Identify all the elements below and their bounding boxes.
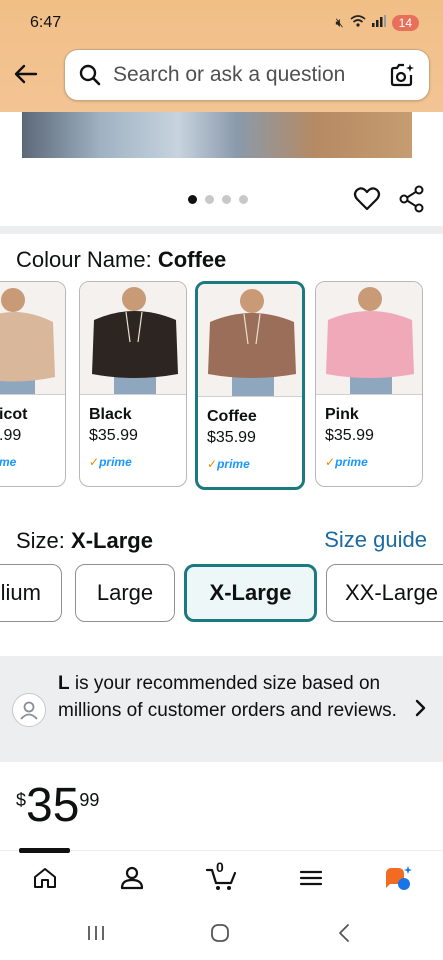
size-option-label: lium: [0, 580, 41, 605]
swatch-price: $35.99: [325, 427, 374, 444]
size-option-label: Large: [96, 580, 154, 605]
swatch-name: Black: [89, 406, 132, 423]
user-avatar-icon: [12, 693, 46, 727]
menu-icon: [299, 870, 323, 886]
colour-swatches: icot .99 me Black $35.99 ✓prime Coffee $…: [0, 281, 443, 491]
size-option-xx-large[interactable]: XX-Large: [326, 564, 443, 622]
swatch-name: Pink: [325, 406, 359, 423]
status-icons: 🔇︎ 14: [335, 14, 419, 31]
size-option-label: XX-Large: [345, 580, 438, 605]
size-selected-value: X-Large: [71, 528, 153, 553]
back-button[interactable]: [8, 56, 44, 92]
swatch-name: Coffee: [207, 408, 257, 425]
prime-badge: me: [0, 455, 17, 469]
person-icon: [120, 866, 144, 890]
swatch-image: [0, 282, 65, 395]
share-icon[interactable]: [398, 185, 426, 213]
nav-cart[interactable]: 0: [205, 859, 239, 893]
active-tab-indicator: [19, 848, 70, 853]
size-option-label: X-Large: [209, 580, 292, 605]
home-icon: [34, 868, 56, 888]
carousel-dot: [205, 195, 214, 204]
section-divider: [0, 226, 443, 234]
recommended-size: L: [58, 673, 70, 694]
colour-option-coffee[interactable]: Coffee $35.99 ✓prime: [195, 281, 305, 490]
swatch-image: [198, 284, 302, 397]
price: $ 35 99: [16, 780, 99, 832]
swatch-name: icot: [0, 406, 28, 423]
chevron-right-icon: [415, 699, 426, 717]
size-options: lium Large X-Large XX-Large: [0, 563, 443, 625]
price-whole: 35: [26, 779, 80, 832]
image-carousel-dots: [188, 195, 248, 204]
size-label: Size: X-Large: [16, 528, 153, 554]
carousel-dot: [222, 195, 231, 204]
camera-search-icon[interactable]: [389, 62, 415, 88]
swatch-image: [80, 282, 186, 395]
home-system-button[interactable]: [208, 922, 232, 944]
bottom-navigation: 0: [0, 848, 443, 904]
back-arrow-icon: [14, 64, 38, 84]
colour-option-pink[interactable]: Pink $35.99 ✓prime: [315, 281, 423, 487]
status-time: 6:47: [30, 14, 62, 31]
size-recommendation[interactable]: L is your recommended size based on mill…: [0, 656, 443, 762]
colour-option-apricot[interactable]: icot .99 me: [0, 281, 66, 487]
size-guide-link[interactable]: Size guide: [324, 527, 427, 553]
size-option-x-large[interactable]: X-Large: [184, 564, 317, 622]
swatch-price: $35.99: [207, 429, 256, 446]
nav-home[interactable]: [30, 863, 60, 893]
colour-label: Colour Name: Coffee: [16, 247, 226, 273]
nav-rufus[interactable]: [382, 863, 412, 893]
status-bar: 6:47 🔇︎ 14: [0, 0, 443, 44]
product-image[interactable]: [22, 112, 412, 158]
recent-apps-button[interactable]: [84, 922, 108, 944]
swatch-image: [316, 282, 422, 395]
swatch-price: $35.99: [89, 427, 138, 444]
recommendation-message: is your recommended size based on millio…: [58, 673, 397, 721]
colour-selected-value: Coffee: [157, 247, 227, 272]
back-system-button[interactable]: [332, 922, 356, 944]
nav-menu[interactable]: [296, 863, 326, 893]
wifi-icon: [350, 14, 366, 31]
recent-apps-icon: [88, 926, 104, 940]
rufus-assistant-icon: [386, 866, 412, 890]
battery-indicator: 14: [391, 14, 419, 31]
size-option-large[interactable]: Large: [75, 564, 175, 622]
mute-icon: 🔇︎: [335, 14, 344, 30]
colour-option-black[interactable]: Black $35.99 ✓prime: [79, 281, 187, 487]
price-currency: $: [16, 790, 27, 810]
nav-account[interactable]: [117, 863, 147, 893]
colour-label-text: Colour Name:: [16, 247, 152, 272]
prime-badge: ✓prime: [207, 457, 250, 471]
home-circle-icon: [211, 924, 229, 942]
recommendation-text: L is your recommended size based on mill…: [58, 670, 398, 724]
price-fraction: 99: [79, 790, 100, 810]
search-icon: [79, 64, 101, 86]
prime-badge: ✓prime: [325, 455, 368, 469]
cart-count: 0: [216, 859, 224, 875]
system-navigation-bar: [0, 904, 443, 960]
prime-badge: ✓prime: [89, 455, 132, 469]
wishlist-heart-icon[interactable]: [353, 185, 381, 213]
search-bar[interactable]: Search or ask a question: [64, 49, 430, 101]
signal-icon: [371, 15, 386, 30]
carousel-dot: [239, 195, 248, 204]
header: 6:47 🔇︎ 14 Search or ask a question: [0, 0, 443, 112]
swatch-price: .99: [0, 427, 22, 444]
back-chevron-icon: [339, 924, 349, 942]
carousel-dot: [188, 195, 197, 204]
size-label-text: Size:: [16, 528, 65, 553]
search-input[interactable]: Search or ask a question: [113, 63, 389, 87]
size-option-medium[interactable]: lium: [0, 564, 62, 622]
